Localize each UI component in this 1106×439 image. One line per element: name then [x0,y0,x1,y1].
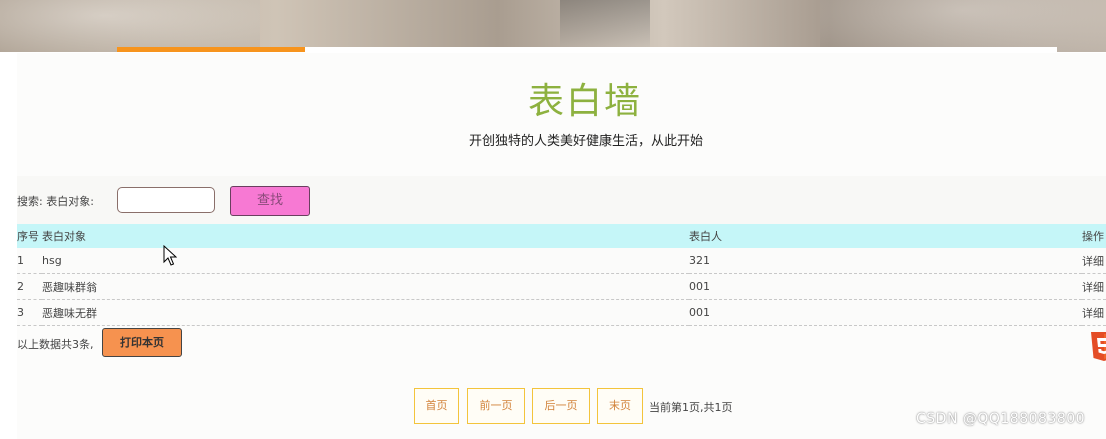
column-header-index: 序号 [17,224,42,248]
cell-index: 1 [17,248,42,274]
page-title: 表白墙 [527,81,642,122]
table-header-row: 序号 表白对象 表白人 操作 [17,224,1106,248]
record-count-summary: 以上数据共3条, [17,338,94,351]
data-table: 序号 表白对象 表白人 操作 1 hsg 321 详细 2 恶趣味群翁 001 … [17,224,1106,326]
column-header-sender: 表白人 [689,224,1082,248]
next-page-button[interactable]: 后一页 [532,388,590,424]
hero-banner [0,0,1106,52]
cell-sender: 001 [689,299,1082,326]
hero-shade-center [560,0,650,52]
page-subtitle: 开创独特的人类美好健康生活，从此开始 [468,134,703,149]
cell-target: hsg [42,248,689,274]
table-row: 3 恶趣味无群 001 详细 [17,299,1106,326]
page-info: 当前第1页,共1页 [649,401,733,414]
cell-target: 恶趣味无群 [42,299,689,326]
nav-tab-active-indicator [117,47,305,52]
cell-sender: 321 [689,248,1082,274]
table-row: 1 hsg 321 详细 [17,248,1106,274]
cursor-icon [163,244,178,271]
watermark: CSDN @QQ188083800 [916,411,1086,427]
hero-shade-right [820,0,1106,52]
detail-link[interactable]: 详细 [1082,299,1106,326]
last-page-button[interactable]: 末页 [597,388,643,424]
detail-link[interactable]: 详细 [1082,273,1106,300]
search-input[interactable] [117,187,215,213]
cell-target: 恶趣味群翁 [42,273,689,300]
column-header-target: 表白对象 [42,224,689,248]
column-header-action: 操作 [1082,224,1106,248]
hero-shade-left [0,0,260,52]
search-button[interactable]: 查找 [230,186,310,216]
cell-index: 2 [17,273,42,300]
table-row: 2 恶趣味群翁 001 详细 [17,273,1106,300]
print-page-button[interactable]: 打印本页 [102,328,182,357]
prev-page-button[interactable]: 前一页 [467,388,525,424]
detail-link[interactable]: 详细 [1082,248,1106,274]
cell-sender: 001 [689,273,1082,300]
cell-index: 3 [17,299,42,326]
html5-icon [1088,330,1106,362]
search-label: 搜索: 表白对象: [17,195,94,208]
first-page-button[interactable]: 首页 [414,388,459,424]
